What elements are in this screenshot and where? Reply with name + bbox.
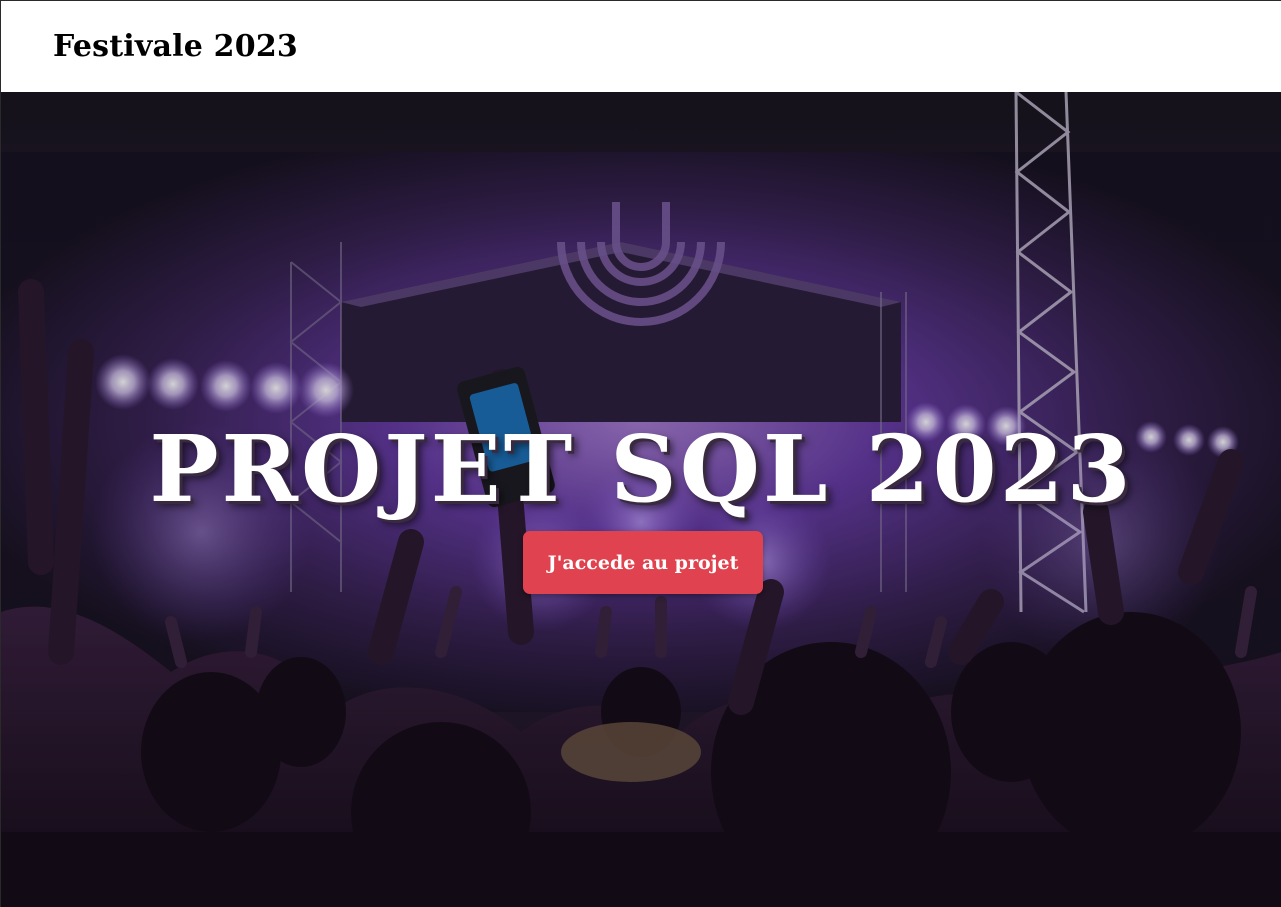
page: Festivale 2023 PROJET SQL 2023 J'accede … bbox=[0, 0, 1281, 907]
navbar: Festivale 2023 bbox=[1, 1, 1281, 92]
hero-section: PROJET SQL 2023 J'accede au projet bbox=[1, 92, 1281, 907]
hero-title: PROJET SQL 2023 bbox=[149, 415, 1134, 523]
access-project-button[interactable]: J'accede au projet bbox=[523, 531, 763, 594]
brand-link[interactable]: Festivale 2023 bbox=[53, 29, 298, 64]
